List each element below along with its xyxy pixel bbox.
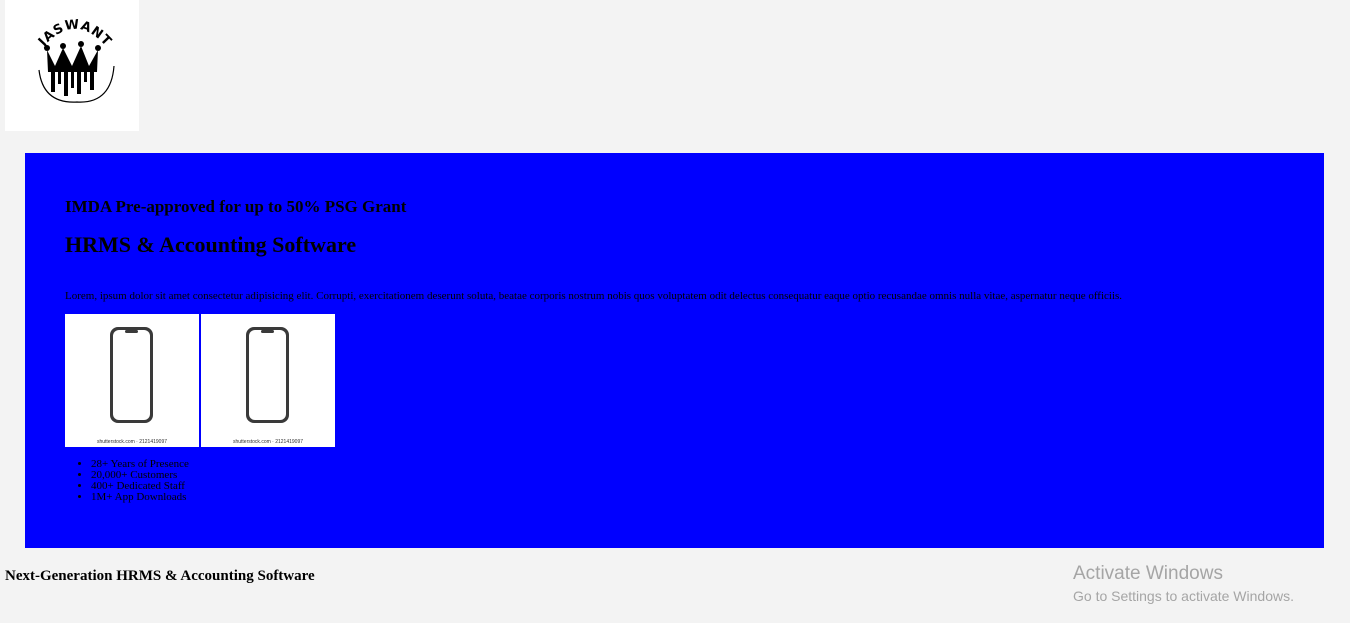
logo[interactable]: JASWANTH bbox=[5, 0, 139, 131]
smartphone-icon bbox=[110, 327, 153, 423]
page: JASWANTH IMDA Pre-approved for up to 50%… bbox=[0, 0, 1350, 623]
phone-images: shutterstock.com · 2121419097 shuttersto… bbox=[65, 314, 335, 447]
phone-image: shutterstock.com · 2121419097 bbox=[65, 314, 199, 447]
phone-image: shutterstock.com · 2121419097 bbox=[201, 314, 335, 447]
watermark-title: Activate Windows bbox=[1073, 563, 1223, 584]
activate-windows-watermark: Activate Windows Go to Settings to activ… bbox=[1073, 562, 1294, 606]
image-credit: shutterstock.com · 2121419097 bbox=[232, 439, 304, 445]
list-item: 1M+ App Downloads bbox=[91, 492, 189, 503]
svg-text:JASWANTH: JASWANTH bbox=[5, 0, 115, 50]
image-credit: shutterstock.com · 2121419097 bbox=[96, 439, 168, 445]
watermark-subtitle: Go to Settings to activate Windows. bbox=[1073, 588, 1294, 604]
stats-list: 28+ Years of Presence 20,000+ Customers … bbox=[65, 459, 189, 503]
crown-logo-icon: JASWANTH bbox=[5, 0, 115, 103]
section-heading: Next-Generation HRMS & Accounting Softwa… bbox=[5, 568, 315, 584]
hero-banner: IMDA Pre-approved for up to 50% PSG Gran… bbox=[25, 153, 1324, 548]
smartphone-icon bbox=[246, 327, 289, 423]
grant-heading: IMDA Pre-approved for up to 50% PSG Gran… bbox=[65, 197, 407, 216]
hero-title: HRMS & Accounting Software bbox=[65, 232, 357, 257]
hero-description: Lorem, ipsum dolor sit amet consectetur … bbox=[65, 290, 1123, 302]
